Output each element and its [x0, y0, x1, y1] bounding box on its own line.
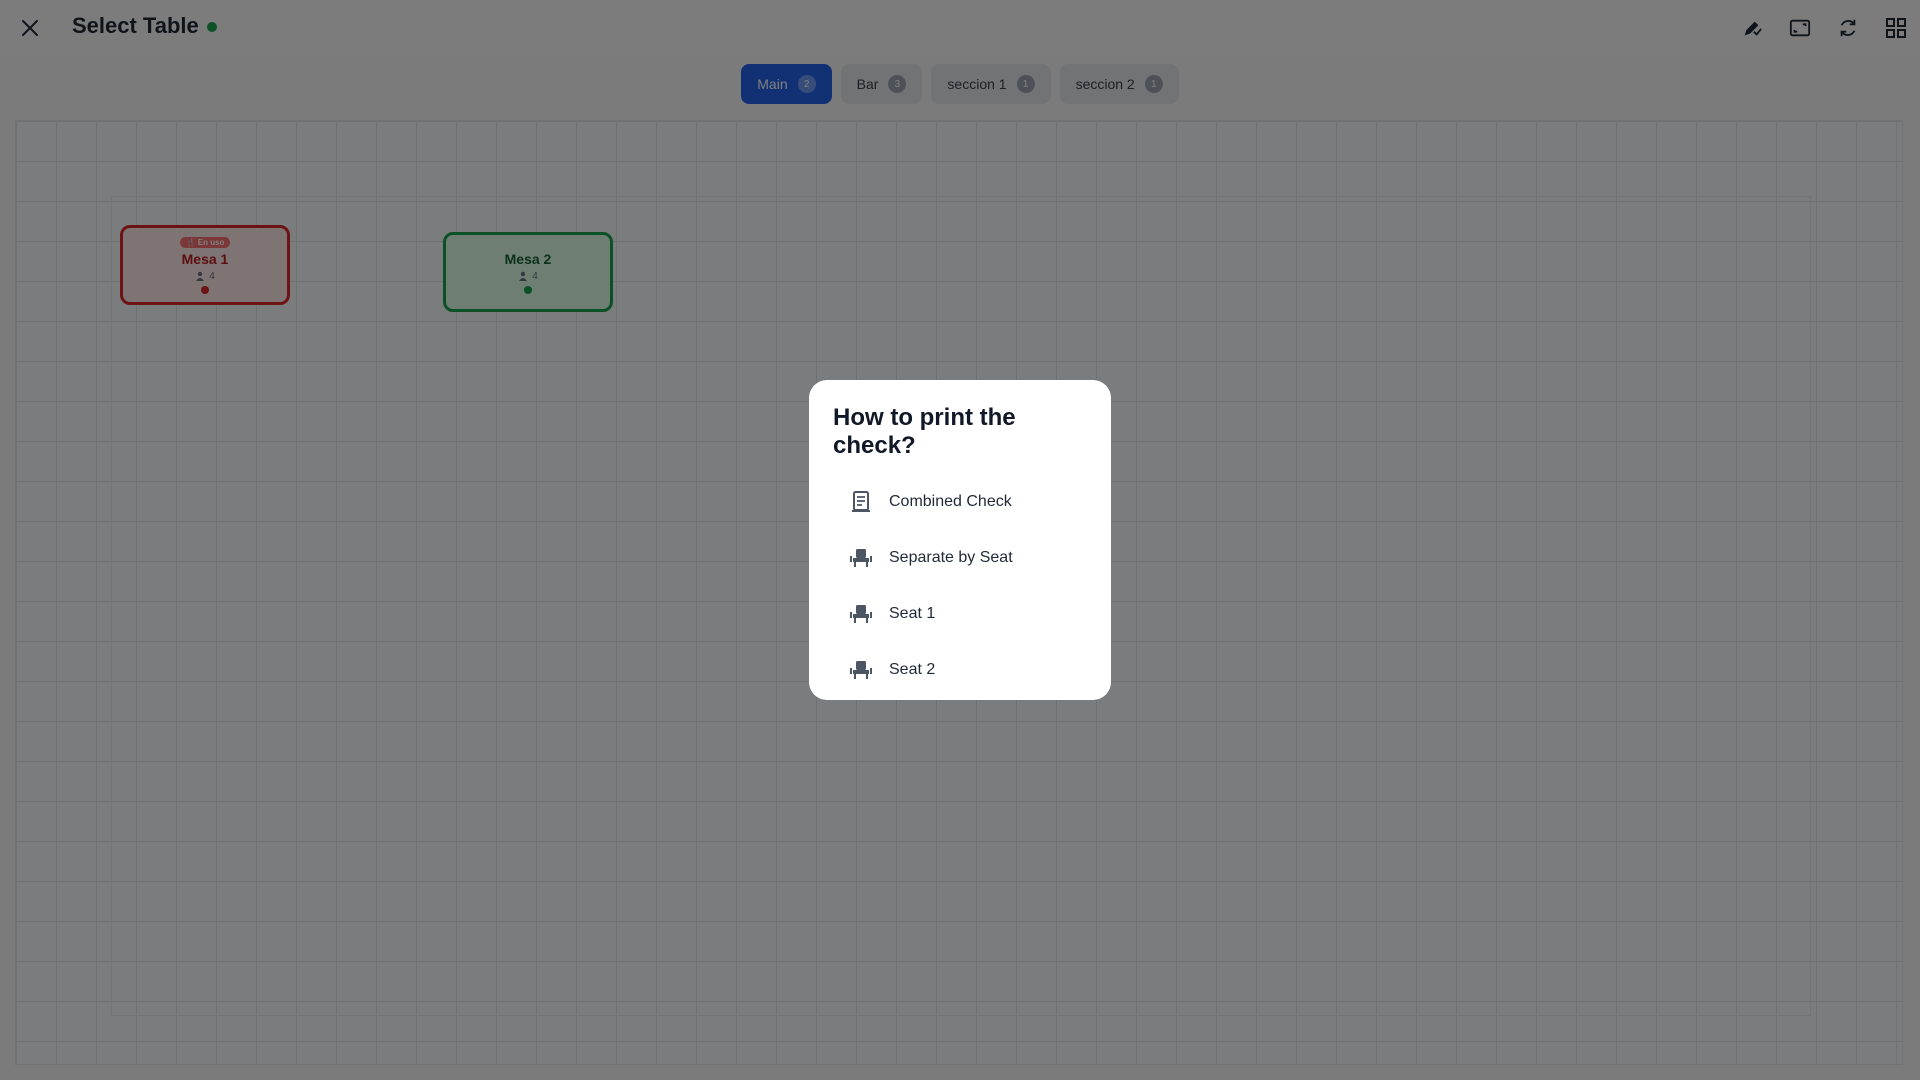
option-label: Seat 2 [889, 661, 936, 678]
option-seat-1[interactable]: Seat 1 [833, 586, 1087, 642]
receipt-icon [849, 490, 873, 514]
chair-icon [849, 658, 873, 682]
option-seat-2[interactable]: Seat 2 [833, 642, 1087, 698]
option-label: Separate by Seat [889, 549, 1013, 566]
chair-icon [849, 546, 873, 570]
print-check-dialog: How to print the check? Combined Check S… [809, 380, 1111, 700]
option-separate-by-seat[interactable]: Separate by Seat [833, 530, 1087, 586]
option-label: Combined Check [889, 493, 1012, 510]
option-label: Seat 1 [889, 605, 936, 622]
dialog-title: How to print the check? [833, 404, 1016, 459]
chair-icon [849, 602, 873, 626]
option-combined-check[interactable]: Combined Check [833, 474, 1087, 530]
